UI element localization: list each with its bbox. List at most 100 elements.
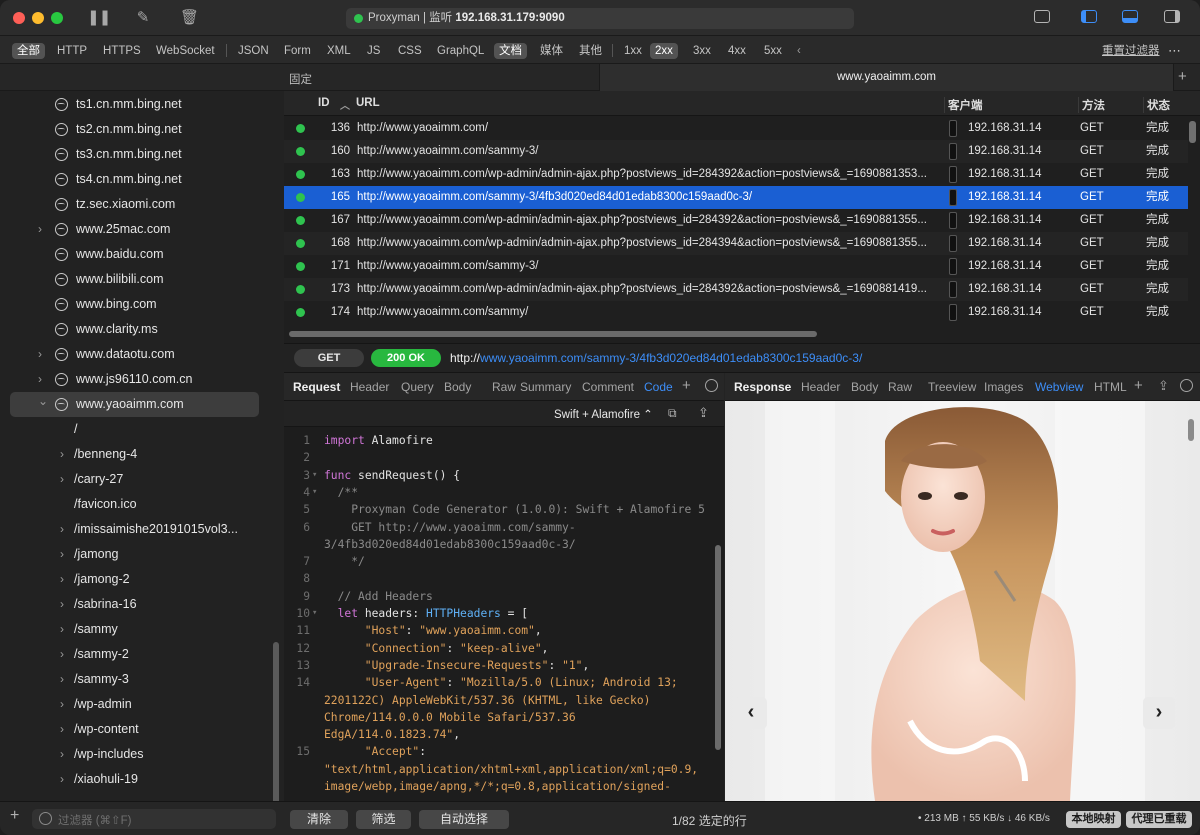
filter-circle-icon[interactable] xyxy=(705,379,718,392)
new-tab-icon[interactable]: + xyxy=(1178,68,1187,85)
more-options-icon[interactable]: ⋯ xyxy=(1163,43,1186,59)
chevron-right-icon[interactable]: › xyxy=(60,742,64,767)
zoom-window-button[interactable] xyxy=(51,12,63,24)
bottom-panel-toggle-icon[interactable] xyxy=(1122,10,1138,23)
chevron-right-icon[interactable]: › xyxy=(60,767,64,792)
clear-button[interactable]: 清除 xyxy=(290,810,348,829)
sidebar-domain-item[interactable]: ts1.cn.mm.bing.net xyxy=(0,92,284,117)
table-vertical-scrollbar[interactable] xyxy=(1189,121,1196,143)
table-row[interactable]: 171 http://www.yaoaimm.com/sammy-3/192.16… xyxy=(284,255,1188,278)
chevron-right-icon[interactable]: › xyxy=(60,642,64,667)
request-tab-query[interactable]: Query xyxy=(401,380,434,394)
fold-chevron-icon[interactable]: ▾ xyxy=(312,605,317,622)
chevron-down-icon[interactable]: ⌄ xyxy=(38,389,48,414)
chevron-right-icon[interactable]: › xyxy=(60,517,64,542)
chevron-right-icon[interactable]: › xyxy=(60,692,64,717)
sidebar-path-item[interactable]: › /jamong-2 xyxy=(0,567,284,592)
request-url[interactable]: http://www.yaoaimm.com/sammy-3/4fb3d020e… xyxy=(450,351,862,365)
right-panel-toggle-icon[interactable] xyxy=(1164,10,1180,23)
sidebar-domain-item[interactable]: www.bing.com xyxy=(0,292,284,317)
sort-ascending-icon[interactable]: ︿ xyxy=(340,97,350,112)
col-status[interactable]: 状态 xyxy=(1143,97,1170,113)
filter-13[interactable]: 1xx xyxy=(619,43,647,59)
filter-1[interactable]: HTTP xyxy=(52,43,92,59)
fold-chevron-icon[interactable]: ▾ xyxy=(312,467,317,484)
chevron-right-icon[interactable]: › xyxy=(38,342,42,367)
fold-chevron-icon[interactable]: ▾ xyxy=(312,484,317,501)
webview-scrollbar[interactable] xyxy=(1188,419,1194,441)
next-image-button[interactable]: › xyxy=(1143,697,1175,729)
filter-6[interactable]: XML xyxy=(322,43,356,59)
col-method[interactable]: 方法 xyxy=(1078,97,1105,113)
col-id[interactable]: ID xyxy=(318,97,330,109)
response-tab-raw[interactable]: Raw xyxy=(888,380,912,394)
sidebar-domain-item[interactable]: ⌄ www.yaoaimm.com xyxy=(10,392,259,417)
copy-icon[interactable]: ⧉ xyxy=(668,406,677,421)
chevron-right-icon[interactable]: › xyxy=(60,717,64,742)
sidebar-scrollbar[interactable] xyxy=(273,642,279,801)
table-row[interactable]: 136 http://www.yaoaimm.com/192.168.31.14 G… xyxy=(284,117,1188,140)
sidebar-path-item[interactable]: › /wp-admin xyxy=(0,692,284,717)
filter-4[interactable]: JSON xyxy=(233,43,274,59)
filter-12[interactable]: 其他 xyxy=(574,43,607,59)
code-scrollbar[interactable] xyxy=(715,545,721,750)
sidebar-toggle-icon[interactable] xyxy=(1081,10,1097,23)
sidebar-domain-item[interactable]: www.baidu.com xyxy=(0,242,284,267)
pause-icon[interactable]: ❚❚ xyxy=(87,9,111,27)
filter-button[interactable]: 筛选 xyxy=(356,810,411,829)
table-row[interactable]: 165 http://www.yaoaimm.com/sammy-3/4fb3d0… xyxy=(284,186,1188,209)
proxy-reload-badge[interactable]: 代理已重载 xyxy=(1126,811,1192,828)
request-tab-body[interactable]: Body xyxy=(444,380,471,394)
sidebar-path-item[interactable]: › /sammy-2 xyxy=(0,642,284,667)
share-icon[interactable]: ⇪ xyxy=(1158,378,1169,394)
previous-image-button[interactable]: ‹ xyxy=(735,697,767,729)
sidebar-domain-item[interactable]: › www.dataotu.com xyxy=(0,342,284,367)
filter-11[interactable]: 媒体 xyxy=(535,43,568,59)
sidebar-domain-item[interactable]: ts4.cn.mm.bing.net xyxy=(0,167,284,192)
sidebar-domain-item[interactable]: ts2.cn.mm.bing.net xyxy=(0,117,284,142)
sidebar-domain-item[interactable]: www.bilibili.com xyxy=(0,267,284,292)
sidebar-domain-item[interactable]: tz.sec.xiaomi.com xyxy=(0,192,284,217)
table-row[interactable]: 167 http://www.yaoaimm.com/wp-admin/admin… xyxy=(284,209,1188,232)
sidebar-path-item[interactable]: /favicon.ico xyxy=(0,492,284,517)
chevron-right-icon[interactable]: › xyxy=(60,542,64,567)
chevron-right-icon[interactable]: › xyxy=(60,592,64,617)
response-tab-header[interactable]: Header xyxy=(801,380,840,394)
filter-14[interactable]: 2xx xyxy=(650,43,678,59)
trash-icon[interactable]: 🗑 xyxy=(180,9,199,27)
response-tab-webview[interactable]: Webview xyxy=(1035,380,1083,394)
filter-7[interactable]: JS xyxy=(362,43,385,59)
filter-2[interactable]: HTTPS xyxy=(98,43,146,59)
share-icon[interactable]: ⇪ xyxy=(698,405,709,421)
col-url[interactable]: URL xyxy=(356,97,380,109)
table-row[interactable]: 160 http://www.yaoaimm.com/sammy-3/192.16… xyxy=(284,140,1188,163)
filter-circle-icon[interactable] xyxy=(1180,379,1193,392)
sidebar-path-item[interactable]: › /imissaimishe20191015vol3... xyxy=(0,517,284,542)
filter-3[interactable]: WebSocket xyxy=(151,43,220,59)
sidebar-path-item[interactable]: › /wp-includes xyxy=(0,742,284,767)
request-tab-code[interactable]: Code xyxy=(644,380,673,394)
sidebar-path-item[interactable]: › /sammy xyxy=(0,617,284,642)
chevron-right-icon[interactable]: › xyxy=(38,217,42,242)
table-row[interactable]: 174 http://www.yaoaimm.com/sammy/192.168.… xyxy=(284,301,1188,324)
sidebar-path-item[interactable]: › /xiaohuli-19 xyxy=(0,767,284,792)
response-tab-images[interactable]: Images xyxy=(984,380,1023,394)
filter-5[interactable]: Form xyxy=(279,43,316,59)
chevron-right-icon[interactable]: › xyxy=(60,567,64,592)
sidebar-path-item[interactable]: / xyxy=(0,417,284,442)
add-tab-icon[interactable]: + xyxy=(1134,377,1143,394)
close-window-button[interactable] xyxy=(13,12,25,24)
chevron-right-icon[interactable]: › xyxy=(60,667,64,692)
table-row[interactable]: 168 http://www.yaoaimm.com/wp-admin/admin… xyxy=(284,232,1188,255)
autoselect-button[interactable]: 自动选择 xyxy=(419,810,509,829)
response-tab-body[interactable]: Body xyxy=(851,380,878,394)
sidebar-path-item[interactable]: › /benneng-4 xyxy=(0,442,284,467)
language-select[interactable]: Swift + Alamofire ⌃ xyxy=(554,407,653,421)
table-horizontal-scrollbar[interactable] xyxy=(289,331,817,337)
sidebar-path-item[interactable]: › /wp-content xyxy=(0,717,284,742)
response-tab-treeview[interactable]: Treeview xyxy=(928,380,976,394)
request-tab-header[interactable]: Header xyxy=(350,380,389,394)
add-icon[interactable]: + xyxy=(10,807,19,825)
filter-15[interactable]: 3xx xyxy=(688,43,716,59)
tab-active[interactable]: www.yaoaimm.com xyxy=(599,64,1174,91)
